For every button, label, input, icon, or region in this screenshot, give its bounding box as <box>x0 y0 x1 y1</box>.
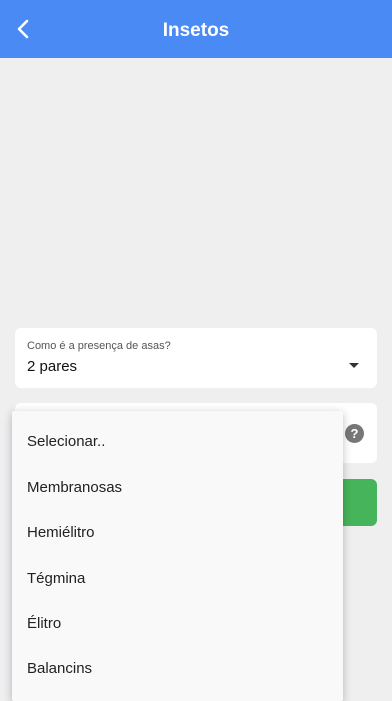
option-membranosas[interactable]: Membranosas <box>27 479 122 496</box>
option-hemielitro[interactable]: Hemiélitro <box>27 524 95 541</box>
option-balancins[interactable]: Balancins <box>27 660 92 677</box>
option-tegmina[interactable]: Tégmina <box>27 570 85 587</box>
wings-presence-label: Como é a presença de asas? <box>27 340 171 352</box>
option-selecionar[interactable]: Selecionar.. <box>27 433 105 450</box>
help-icon[interactable]: ? <box>345 424 364 443</box>
app-bar: Insetos <box>0 0 392 58</box>
wings-presence-select[interactable]: Como é a presença de asas? 2 pares <box>15 328 377 388</box>
wings-presence-value: 2 pares <box>27 358 78 375</box>
option-elitro[interactable]: Élitro <box>27 615 61 632</box>
wing-type-dropdown-menu: Selecionar.. Membranosas Hemiélitro Tégm… <box>12 411 343 701</box>
page-title: Insetos <box>162 20 230 41</box>
dropdown-arrow-icon <box>349 363 359 368</box>
